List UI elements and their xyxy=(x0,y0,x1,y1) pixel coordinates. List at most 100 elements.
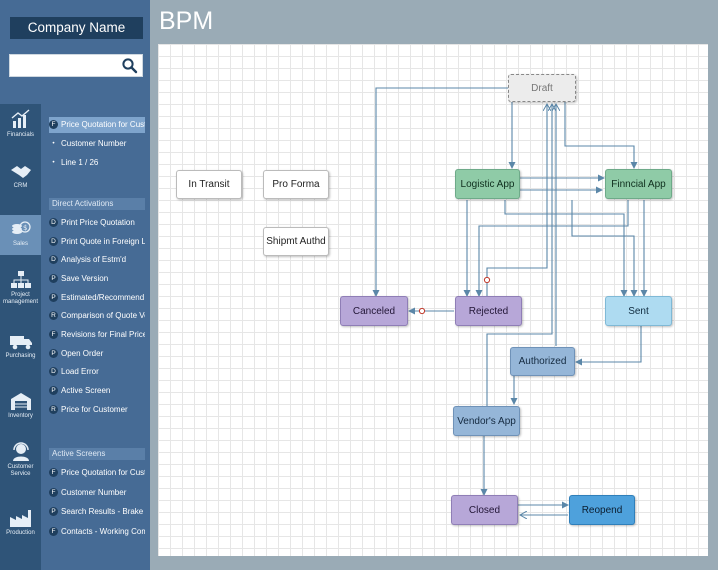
menu-item-label: Load Error xyxy=(61,367,99,376)
menu-item-label: Estimated/Recommend V xyxy=(61,293,145,302)
badge: F xyxy=(49,488,58,498)
search-icon[interactable] xyxy=(121,57,138,74)
node-sent[interactable]: Sent xyxy=(605,296,672,326)
menu-item-label: Print Price Quotation xyxy=(61,218,135,227)
node-authorized[interactable]: Authorized xyxy=(510,347,575,376)
node-pro-forma[interactable]: Pro Forma xyxy=(263,170,329,199)
badge: D xyxy=(49,255,58,265)
svg-text:$: $ xyxy=(23,224,27,232)
connector-handle xyxy=(418,307,426,315)
connector-sent-authorized xyxy=(575,326,642,366)
section-direct-activations: Direct Activations xyxy=(49,198,145,210)
rail-item-inventory[interactable]: Inventory xyxy=(0,391,41,420)
connector-rejected-draft xyxy=(486,104,547,306)
menu-item[interactable]: D Analysis of Estm'd xyxy=(49,252,145,268)
node-reopend[interactable]: Reopend xyxy=(569,495,635,525)
menu-item-label: Search Results - Brake P xyxy=(61,507,145,516)
menu-item[interactable]: R Price for Customer xyxy=(49,402,145,418)
connector-draft-finncial xyxy=(564,102,638,169)
chart-up-icon xyxy=(11,109,29,128)
badge: R xyxy=(49,311,58,321)
rail-item-project-management[interactable]: Project management xyxy=(0,270,41,306)
menu-item-label: Price Quotation for Cust xyxy=(61,468,145,477)
search-input[interactable] xyxy=(12,57,117,74)
search-box xyxy=(9,54,143,77)
section-active-screens: Active Screens xyxy=(49,448,145,460)
connector-handle xyxy=(483,276,491,284)
menu-item-label: Open Order xyxy=(61,349,104,358)
node-vendors-app[interactable]: Vendor's App xyxy=(453,406,520,436)
menu-item[interactable]: F Price Quotation for Cust xyxy=(49,465,145,481)
rail-label: Inventory xyxy=(8,413,33,419)
menu-item[interactable]: DPrint Quote in Foreign Lan xyxy=(49,234,145,250)
badge: D xyxy=(49,237,58,247)
menu-item[interactable]: F Revisions for Final Price xyxy=(49,327,145,343)
menu-item[interactable]: R Comparison of Quote Ver xyxy=(49,308,145,324)
bpm-canvas[interactable]: Draft In Transit Pro Forma Shipmt Authd … xyxy=(158,44,708,556)
rail-item-customer-service[interactable]: Customer Service xyxy=(0,440,41,478)
badge: P xyxy=(49,293,58,303)
menu-item-customer-number[interactable]: • Customer Number xyxy=(49,136,145,152)
rail-label: CRM xyxy=(13,183,28,189)
badge: D xyxy=(49,218,58,228)
menu-item-line-count[interactable]: • Line 1 / 26 xyxy=(49,155,145,171)
rail-item-purchasing[interactable]: Purchasing xyxy=(0,333,41,360)
module-rail: Financials CRM $ Sales Project managemen… xyxy=(0,104,41,570)
menu-item-label: Active Screen xyxy=(61,386,111,395)
company-name: Company Name xyxy=(10,17,143,39)
node-in-transit[interactable]: In Transit xyxy=(176,170,242,199)
badge: R xyxy=(49,405,58,415)
factory-icon xyxy=(9,510,31,527)
bullet-icon: • xyxy=(52,159,55,167)
menu-item-label: Analysis of Estm'd xyxy=(61,255,127,264)
menu-item-price-quotation[interactable]: F Price Quotation for Cust xyxy=(49,117,145,133)
menu-item-label: Revisions for Final Price xyxy=(61,330,145,339)
handshake-icon xyxy=(10,166,31,178)
node-finncial-app[interactable]: Finncial App xyxy=(605,169,672,199)
badge: P xyxy=(49,274,58,284)
rail-label: Sales xyxy=(12,241,28,247)
node-logistic-app[interactable]: Logistic App xyxy=(455,169,520,199)
menu-item[interactable]: P Estimated/Recommend V xyxy=(49,290,145,306)
menu-item-label: Price Quotation for Cust xyxy=(61,120,145,129)
rail-label: Purchasing xyxy=(5,353,36,359)
rail-item-production[interactable]: Production xyxy=(0,508,41,537)
left-navigation: Company Name Financials CRM $ Sales Proj… xyxy=(0,0,150,570)
node-draft[interactable]: Draft xyxy=(508,74,576,102)
node-rejected[interactable]: Rejected xyxy=(455,296,522,326)
page-title: BPM xyxy=(159,7,214,35)
node-canceled[interactable]: Canceled xyxy=(340,296,408,326)
badge: F xyxy=(49,330,58,340)
menu-item-label: Line 1 / 26 xyxy=(61,158,99,167)
menu-item[interactable]: F Customer Number xyxy=(49,485,145,501)
badge: P xyxy=(49,386,58,396)
badge: F xyxy=(49,527,58,537)
hierarchy-icon xyxy=(10,271,31,288)
menu-item[interactable]: D Load Error xyxy=(49,364,145,380)
node-closed[interactable]: Closed xyxy=(451,495,518,525)
badge: P xyxy=(49,507,58,517)
coins-icon: $ xyxy=(11,221,31,234)
menu-item[interactable]: P Open Order xyxy=(49,346,145,362)
rail-item-sales[interactable]: $ Sales xyxy=(0,215,41,255)
badge: P xyxy=(49,349,58,359)
menu-item[interactable]: P Search Results - Brake P xyxy=(49,504,145,520)
menu-item[interactable]: P Active Screen xyxy=(49,383,145,399)
connector-logistic-sent xyxy=(504,200,628,297)
menu-item-label: Comparison of Quote Ver xyxy=(61,311,145,320)
rail-label: Customer Service xyxy=(7,464,34,477)
menu-item-label: Save Version xyxy=(61,274,109,283)
menu-item-label: Customer Number xyxy=(61,139,127,148)
badge: F xyxy=(49,120,58,130)
truck-icon xyxy=(9,336,32,350)
badge: F xyxy=(49,468,58,478)
rail-label: Project management xyxy=(2,292,39,305)
menu-item[interactable]: F Contacts - Working Com xyxy=(49,524,145,540)
menu-item[interactable]: D Print Price Quotation xyxy=(49,215,145,231)
badge: D xyxy=(49,367,58,377)
rail-item-financials[interactable]: Financials xyxy=(0,108,41,139)
node-shipmt-authd[interactable]: Shipmt Authd xyxy=(263,227,329,256)
menu-item[interactable]: P Save Version xyxy=(49,271,145,287)
headset-icon xyxy=(12,442,29,461)
rail-item-crm[interactable]: CRM xyxy=(0,163,41,190)
